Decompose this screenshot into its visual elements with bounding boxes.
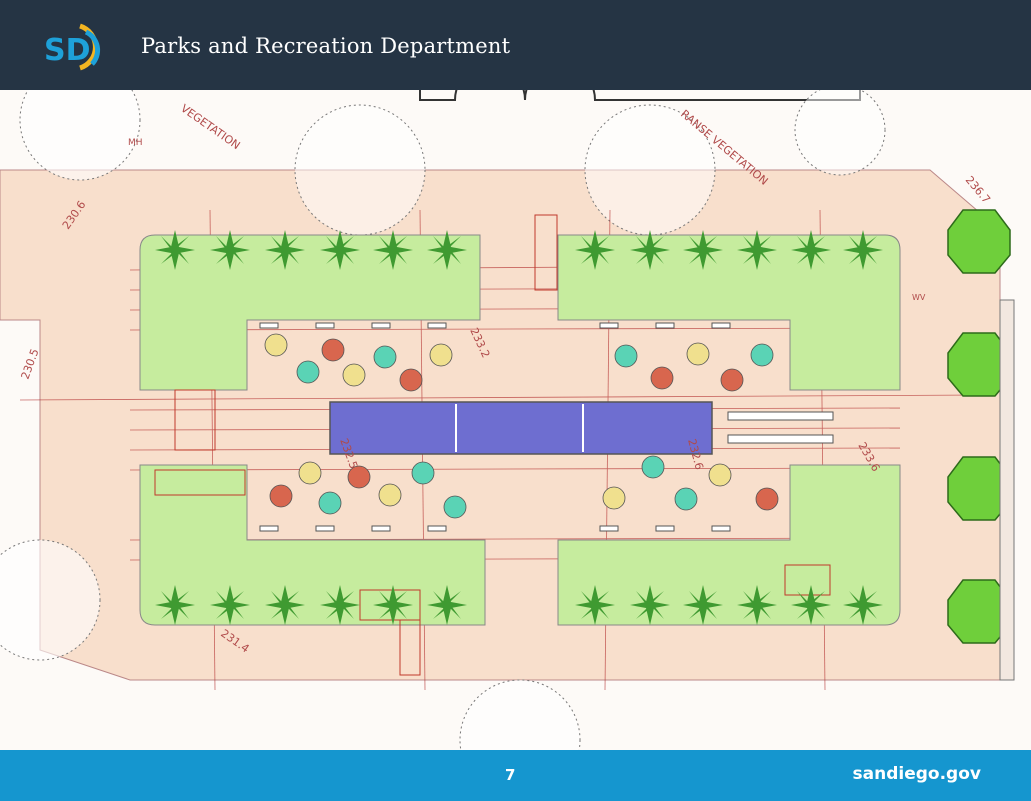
website-link[interactable]: sandiego.gov: [853, 764, 981, 784]
existing-tree: [19, 90, 141, 181]
site-plan: VEGETATION RANSE VEGETATION 230.6 230.5 …: [0, 90, 1031, 750]
logo-text: SD: [44, 33, 91, 68]
existing-tree: [294, 104, 426, 236]
city-logo: SD: [44, 23, 101, 71]
existing-tree: [459, 679, 581, 750]
header-bar: SD Parks and Recreation Department: [0, 0, 1031, 90]
label-mh: MH: [128, 138, 143, 148]
site-plan-drawing: VEGETATION RANSE VEGETATION 230.6 230.5 …: [0, 90, 1015, 750]
label-vegetation-left: VEGETATION: [178, 102, 242, 152]
existing-tree: [794, 90, 886, 176]
footer-bar: 7 sandiego.gov: [0, 750, 1031, 801]
page-number: 7: [505, 766, 516, 784]
water-feature: [329, 401, 713, 455]
label-elev-8: 236.7: [963, 174, 993, 206]
label-wv: WV: [912, 293, 926, 302]
label-elev-2: 230.5: [19, 347, 42, 381]
department-title: Parks and Recreation Department: [141, 34, 511, 58]
building-outline: [419, 90, 861, 101]
